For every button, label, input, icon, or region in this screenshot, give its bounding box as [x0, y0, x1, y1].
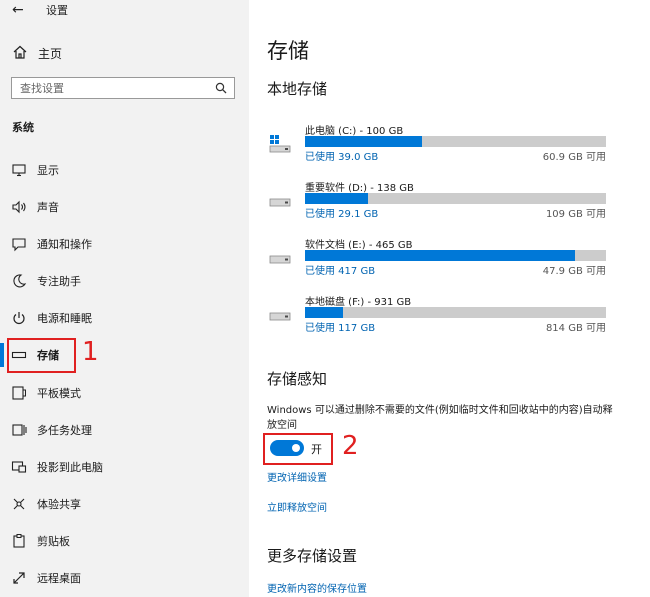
sidebar: ← 设置 主页 系统 显示 声音 通知和操作 专注助手 电源和睡眠 存储	[0, 0, 249, 597]
sidebar-item-label: 显示	[37, 164, 59, 177]
drive-usage-bar	[305, 307, 606, 318]
back-arrow-icon[interactable]: ←	[12, 2, 24, 18]
drive-used: 已使用 29.1 GB	[305, 209, 379, 220]
drive-usage-fill	[305, 136, 423, 147]
sidebar-item-display[interactable]: 显示	[0, 151, 249, 188]
drive-icon	[269, 255, 291, 264]
sidebar-item-notifications[interactable]: 通知和操作	[0, 225, 249, 262]
drive-name: 重要软件 (D:) - 138 GB	[305, 183, 414, 194]
share-icon	[13, 498, 25, 510]
drive-e[interactable]: 软件文档 (E:) - 465 GB 已使用 417 GB 47.9 GB 可用	[265, 240, 610, 290]
sidebar-item-clipboard[interactable]: 剪贴板	[0, 522, 249, 559]
storage-sense-heading: 存储感知	[267, 370, 328, 388]
change-save-location-link[interactable]: 更改新内容的保存位置	[267, 580, 367, 595]
more-storage-settings-heading: 更多存储设置	[267, 547, 358, 565]
window-title: 设置	[46, 4, 68, 17]
sidebar-item-label: 体验共享	[37, 498, 81, 511]
drive-name: 本地磁盘 (F:) - 931 GB	[305, 297, 412, 308]
search-icon[interactable]	[215, 82, 227, 94]
annotation-box-1	[7, 338, 76, 373]
page-title: 存储	[267, 39, 309, 63]
drive-used: 已使用 417 GB	[305, 266, 376, 277]
drive-free: 47.9 GB 可用	[542, 266, 606, 277]
drive-usage-bar	[305, 193, 606, 204]
drive-usage-fill	[305, 307, 343, 318]
system-drive-icon	[269, 135, 291, 153]
monitor-icon	[12, 164, 26, 177]
toggle-state-label: 开	[311, 443, 322, 456]
drive-used: 已使用 117 GB	[305, 323, 376, 334]
multitask-icon	[12, 424, 27, 436]
home-link[interactable]: 主页	[38, 45, 62, 62]
storage-sense-toggle[interactable]	[270, 440, 304, 456]
sidebar-item-label: 投影到此电脑	[37, 461, 103, 474]
drive-usage-bar	[305, 136, 606, 147]
sidebar-item-label: 剪贴板	[37, 535, 70, 548]
sidebar-item-focus-assist[interactable]: 专注助手	[0, 262, 249, 299]
sidebar-item-project[interactable]: 投影到此电脑	[0, 448, 249, 485]
drive-icon	[269, 198, 291, 207]
tablet-icon	[12, 386, 26, 400]
moon-icon	[13, 274, 27, 288]
sidebar-item-shared-experiences[interactable]: 体验共享	[0, 485, 249, 522]
sidebar-item-label: 远程桌面	[37, 572, 81, 585]
active-indicator	[0, 343, 4, 367]
sidebar-item-label: 多任务处理	[37, 424, 92, 437]
drive-icon	[269, 312, 291, 321]
drive-free: 814 GB 可用	[545, 323, 606, 334]
sidebar-item-remote-desktop[interactable]: 远程桌面	[0, 559, 249, 596]
sidebar-item-label: 通知和操作	[37, 238, 92, 251]
power-icon	[13, 312, 25, 325]
annotation-number-2: 2	[342, 431, 359, 461]
section-label-system: 系统	[12, 121, 34, 134]
drive-c[interactable]: 此电脑 (C:) - 100 GB 已使用 39.0 GB 60.9 GB 可用	[265, 126, 610, 176]
sidebar-item-label: 平板模式	[37, 387, 81, 400]
remote-icon	[13, 572, 25, 584]
sidebar-item-label: 专注助手	[37, 275, 81, 288]
drive-f[interactable]: 本地磁盘 (F:) - 931 GB 已使用 117 GB 814 GB 可用	[265, 297, 610, 347]
project-icon	[11, 461, 27, 473]
speaker-icon	[12, 200, 26, 214]
clipboard-icon	[13, 534, 25, 548]
main-content: 存储 本地存储 此电脑 (C:) - 100 GB 已使用 39.0 GB 60…	[249, 0, 650, 597]
drive-usage-fill	[305, 250, 575, 261]
drive-name: 软件文档 (E:) - 465 GB	[305, 240, 413, 251]
sidebar-item-tablet-mode[interactable]: 平板模式	[0, 374, 249, 411]
drive-used: 已使用 39.0 GB	[305, 152, 379, 163]
drive-d[interactable]: 重要软件 (D:) - 138 GB 已使用 29.1 GB 109 GB 可用	[265, 183, 610, 233]
sidebar-item-sound[interactable]: 声音	[0, 188, 249, 225]
search-box[interactable]	[11, 77, 235, 99]
drive-free: 60.9 GB 可用	[542, 152, 606, 163]
drive-usage-bar	[305, 250, 606, 261]
home-icon[interactable]	[12, 44, 28, 60]
drive-usage-fill	[305, 193, 369, 204]
storage-sense-description: Windows 可以通过删除不需要的文件(例如临时文件和回收站中的内容)自动释放…	[267, 405, 613, 431]
local-storage-heading: 本地存储	[267, 80, 328, 98]
annotation-number-1: 1	[82, 337, 99, 367]
sidebar-item-label: 声音	[37, 201, 59, 214]
sidebar-item-power-sleep[interactable]: 电源和睡眠	[0, 299, 249, 336]
drive-name: 此电脑 (C:) - 100 GB	[305, 126, 404, 137]
search-input[interactable]	[12, 78, 210, 98]
sidebar-item-multitasking[interactable]: 多任务处理	[0, 411, 249, 448]
sidebar-item-label: 电源和睡眠	[37, 312, 92, 325]
configure-storage-sense-link[interactable]: 更改详细设置	[267, 469, 327, 484]
free-space-now-link[interactable]: 立即释放空间	[267, 499, 327, 514]
notification-icon	[12, 238, 26, 252]
toggle-knob	[292, 444, 300, 452]
drive-free: 109 GB 可用	[545, 209, 606, 220]
